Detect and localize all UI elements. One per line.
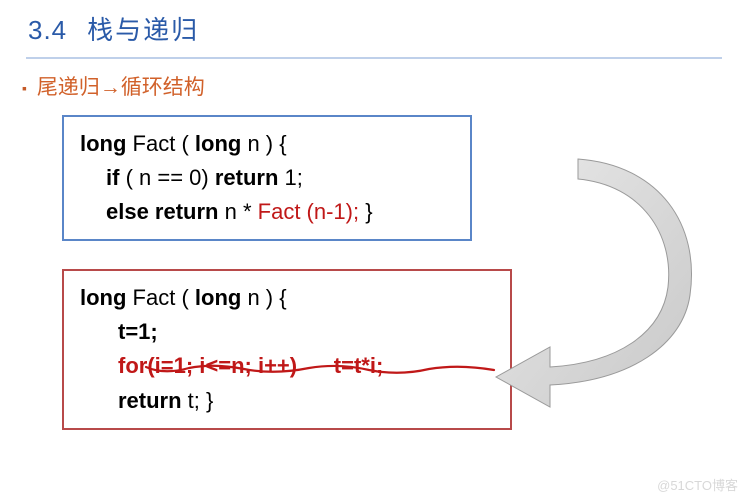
section-title: 栈与递归 (87, 15, 199, 45)
section-heading: 3.4 栈与递归 (0, 0, 748, 53)
code-loop: long Fact ( long n ) { t=1; for(i=1; i<=… (62, 269, 512, 429)
watermark: @51CTO博客 (657, 475, 738, 494)
subheading: ▪ 尾递归→循环结构 (0, 71, 748, 101)
code-line: t=1; (80, 315, 494, 349)
code-line: long Fact ( long n ) { (80, 127, 454, 161)
code-line: long Fact ( long n ) { (80, 281, 494, 315)
bullet-icon: ▪ (22, 80, 27, 96)
divider (26, 57, 722, 59)
code-line: return t; } (80, 384, 494, 418)
subhead-right: 循环结构 (121, 76, 205, 99)
subhead-left: 尾递归 (37, 76, 100, 99)
transform-arrow-icon (490, 155, 710, 415)
code-line: else return n * Fact (n-1); } (80, 195, 454, 229)
arrow-icon: → (100, 76, 121, 99)
code-line: if ( n == 0) return 1; (80, 161, 454, 195)
code-recursive: long Fact ( long n ) { if ( n == 0) retu… (62, 115, 472, 241)
code-line: for(i=1; i<=n; i++) t=t*i; (80, 349, 494, 383)
section-number: 3.4 (28, 15, 67, 45)
